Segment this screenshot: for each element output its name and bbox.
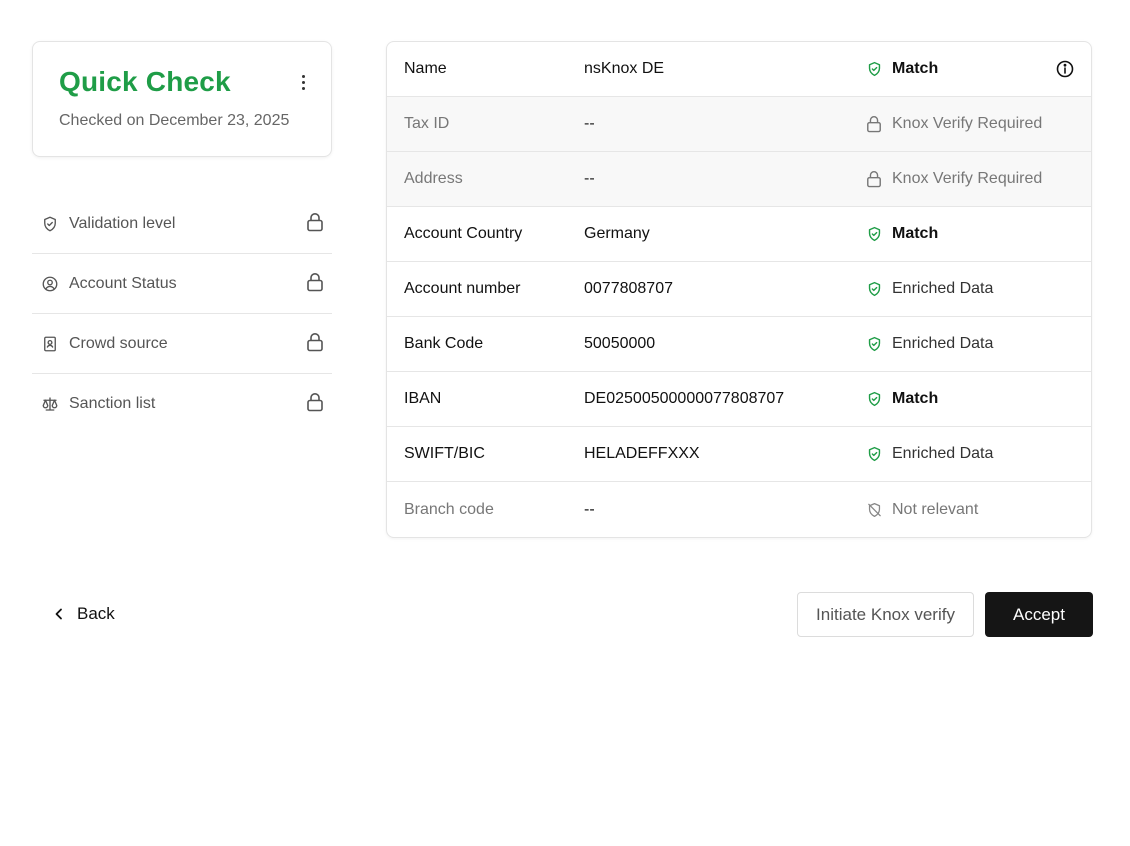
status-label: Enriched Data xyxy=(892,280,994,297)
shield-check-icon xyxy=(865,445,883,463)
field-name: SWIFT/BIC xyxy=(404,445,485,462)
check-results-table: Name nsKnox DE Match Tax ID -- Knox Veri… xyxy=(386,41,1092,538)
status-cell: Enriched Data xyxy=(865,445,993,463)
back-button[interactable]: Back xyxy=(50,602,115,626)
initiate-knox-verify-button[interactable]: Initiate Knox verify xyxy=(797,592,974,637)
status-label: Not relevant xyxy=(892,500,979,518)
field-value: HELADEFFXXX xyxy=(584,445,700,462)
sidebar-item-crowd-source[interactable]: Crowd source xyxy=(32,314,332,374)
table-row: SWIFT/BIC HELADEFFXXX Enriched Data xyxy=(387,427,1091,482)
status-cell: Enriched Data xyxy=(865,335,993,353)
field-name: Bank Code xyxy=(404,335,484,352)
table-row: Name nsKnox DE Match xyxy=(387,42,1091,97)
info-icon[interactable] xyxy=(1055,59,1075,79)
status-cell: Knox Verify Required xyxy=(865,115,1042,133)
kebab-menu-icon[interactable] xyxy=(295,70,311,94)
sidebar-item-label: Account Status xyxy=(69,274,177,292)
field-name: Account number xyxy=(404,280,521,297)
field-value: -- xyxy=(584,115,595,132)
sidebar-item-account-status[interactable]: Account Status xyxy=(32,254,332,314)
table-row: Branch code -- Not relevant xyxy=(387,482,1091,537)
lock-icon xyxy=(306,272,324,292)
status-label: Match xyxy=(892,390,939,407)
field-value: -- xyxy=(584,500,595,518)
field-value: DE02500500000077808707 xyxy=(584,390,785,407)
lock-icon xyxy=(306,332,324,352)
field-value: 50050000 xyxy=(584,335,656,352)
chevron-left-icon xyxy=(50,605,68,623)
status-label: Knox Verify Required xyxy=(892,115,1043,132)
table-row: Bank Code 50050000 Enriched Data xyxy=(387,317,1091,372)
status-cell: Match xyxy=(865,225,938,243)
field-value: -- xyxy=(584,170,595,187)
shield-check-icon xyxy=(41,215,59,233)
lock-icon xyxy=(306,392,324,412)
status-cell: Enriched Data xyxy=(865,280,993,298)
field-value: nsKnox DE xyxy=(584,60,665,77)
table-row: Tax ID -- Knox Verify Required xyxy=(387,97,1091,152)
lock-icon xyxy=(865,170,883,188)
field-name: Branch code xyxy=(404,500,494,518)
field-name: Name xyxy=(404,60,447,77)
contact-book-icon xyxy=(41,335,59,353)
sidebar-item-label: Crowd source xyxy=(69,334,168,352)
scale-icon xyxy=(41,395,59,413)
status-label: Match xyxy=(892,225,939,242)
sidebar-item-label: Validation level xyxy=(69,214,176,232)
status-cell: Match xyxy=(865,60,938,78)
sidebar-item-label: Sanction list xyxy=(69,395,156,412)
shield-check-icon xyxy=(865,225,883,243)
field-value: Germany xyxy=(584,225,650,242)
field-name: Account Country xyxy=(404,225,523,242)
shield-check-icon xyxy=(865,280,883,298)
quick-check-title: Quick Check xyxy=(59,66,231,97)
user-circle-icon xyxy=(41,275,59,293)
status-cell: Not relevant xyxy=(865,501,978,519)
table-row: Address -- Knox Verify Required xyxy=(387,152,1091,207)
quick-check-card: Quick Check Checked on December 23, 2025 xyxy=(32,41,332,157)
lock-icon xyxy=(865,115,883,133)
status-cell: Match xyxy=(865,390,938,408)
checked-on-date: Checked on December 23, 2025 xyxy=(59,112,290,129)
table-row: Account Country Germany Match xyxy=(387,207,1091,262)
field-name: Address xyxy=(404,170,463,187)
shield-off-icon xyxy=(865,501,883,519)
status-label: Match xyxy=(892,60,939,77)
dialog-frame: Quick Check Checked on December 23, 2025… xyxy=(0,0,1130,846)
sidebar-item-validation-level[interactable]: Validation level xyxy=(32,194,332,254)
status-label: Enriched Data xyxy=(892,335,994,352)
status-cell: Knox Verify Required xyxy=(865,170,1042,188)
table-row: Account number 0077808707 Enriched Data xyxy=(387,262,1091,317)
shield-check-icon xyxy=(865,390,883,408)
field-name: IBAN xyxy=(404,390,442,407)
status-label: Knox Verify Required xyxy=(892,170,1043,187)
lock-icon xyxy=(306,212,324,232)
status-label: Enriched Data xyxy=(892,445,994,462)
back-label: Back xyxy=(77,604,115,623)
shield-check-icon xyxy=(865,60,883,78)
field-value: 0077808707 xyxy=(584,280,673,297)
field-name: Tax ID xyxy=(404,115,450,132)
validation-sidebar: Validation level Account Status Crowd so… xyxy=(32,194,332,434)
shield-check-icon xyxy=(865,335,883,353)
accept-button[interactable]: Accept xyxy=(985,592,1093,637)
table-row: IBAN DE02500500000077808707 Match xyxy=(387,372,1091,427)
sidebar-item-sanction-list[interactable]: Sanction list xyxy=(32,374,332,434)
